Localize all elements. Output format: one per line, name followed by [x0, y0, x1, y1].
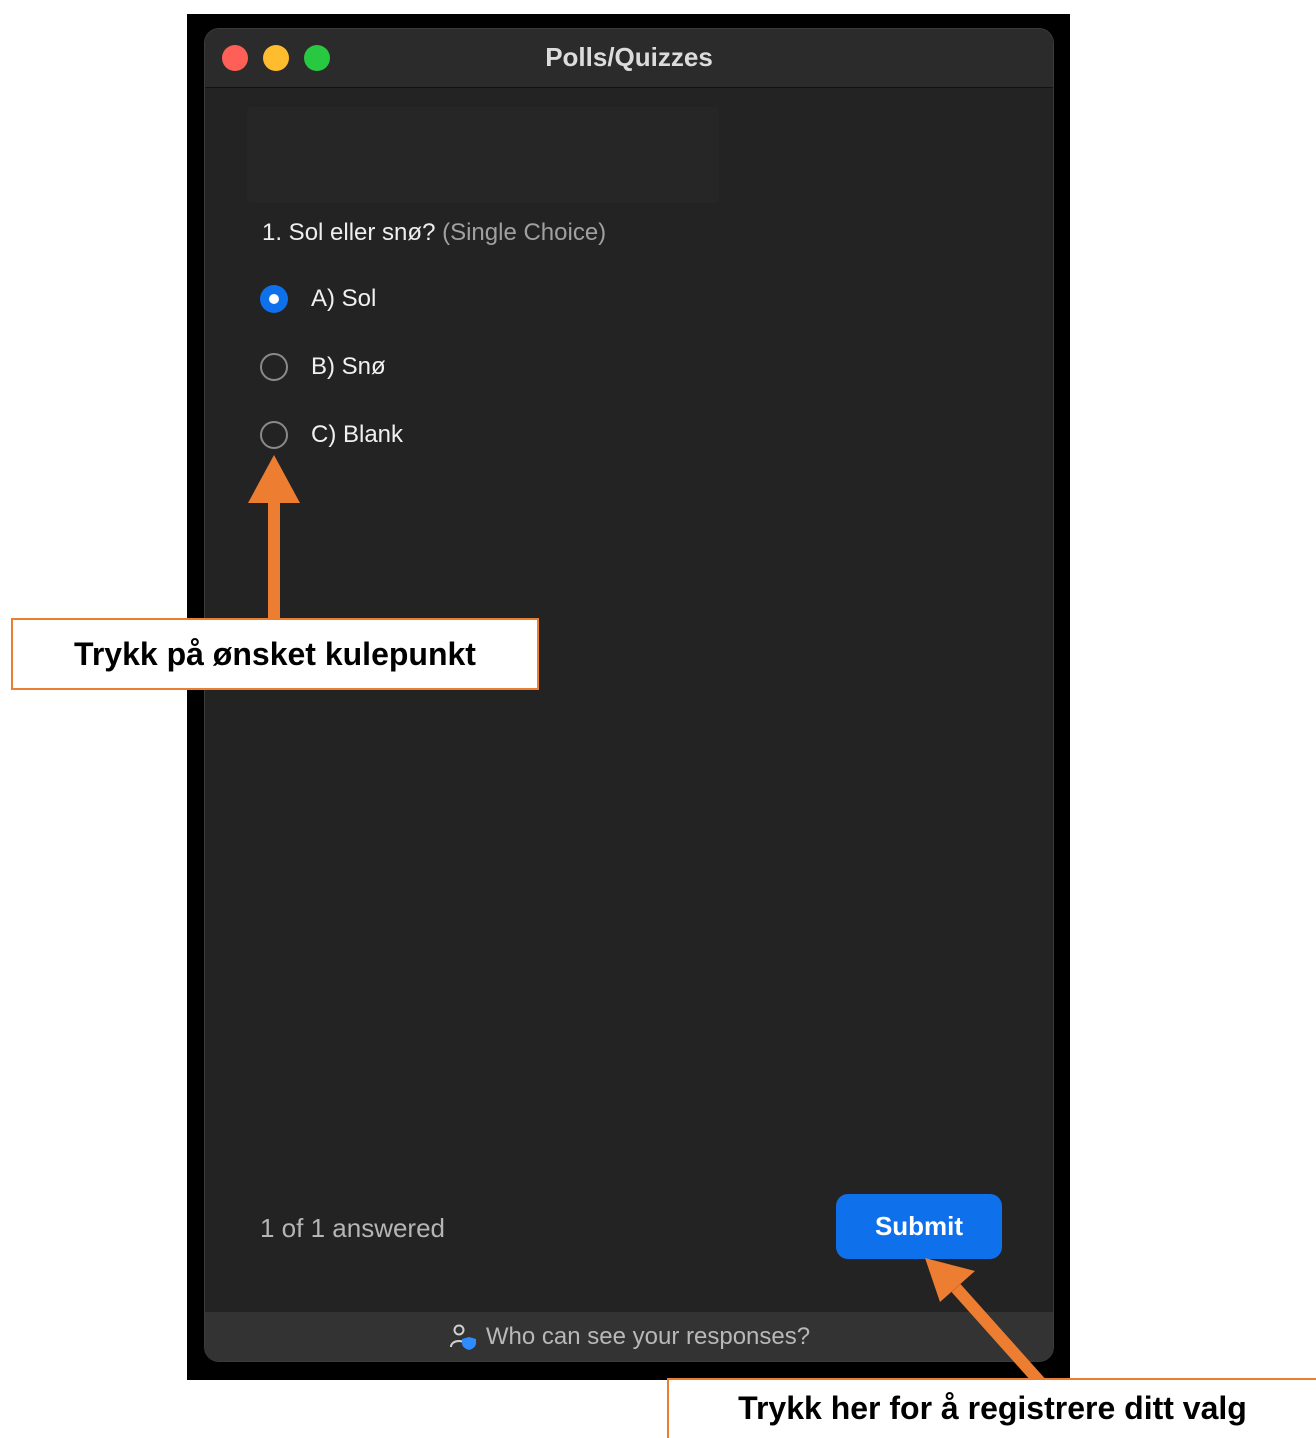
arrow-to-options	[248, 455, 300, 620]
submit-callout: Trykk her for å registrere ditt valg	[667, 1378, 1316, 1438]
arrow-to-submit	[925, 1258, 1045, 1386]
annotation-arrows	[248, 455, 1045, 1386]
choose-option-callout: Trykk på ønsket kulepunkt	[11, 618, 539, 690]
